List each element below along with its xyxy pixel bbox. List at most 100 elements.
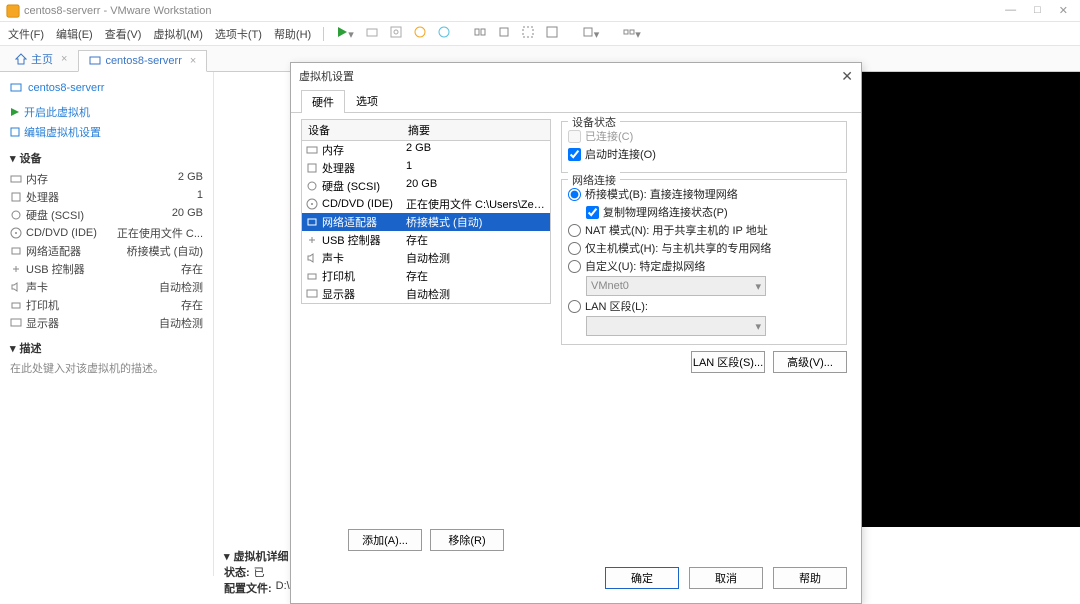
hostonly-radio[interactable]: 仅主机模式(H): 与主机共享的专用网络 [568, 240, 840, 256]
menu-file[interactable]: 文件(F) [8, 26, 44, 42]
toolbar-fullscreen-icon[interactable] [522, 26, 534, 41]
toolbar-tile-icon[interactable] [474, 26, 486, 41]
lan-segment-radio[interactable]: LAN 区段(L): [568, 298, 840, 314]
toolbar-screenshot-icon[interactable] [390, 26, 402, 41]
device-list[interactable]: 设备 摘要 内存2 GB处理器1硬盘 (SCSI)20 GBCD/DVD (ID… [301, 119, 551, 304]
device-icon [10, 299, 22, 311]
device-icon [10, 245, 22, 257]
lan-combo: ▾ [586, 316, 766, 336]
toolbar-single-icon[interactable] [498, 26, 510, 41]
power-on-action[interactable]: 开启此虚拟机 [10, 102, 203, 122]
close-button[interactable]: ✕ [1059, 4, 1068, 17]
device-row[interactable]: USB 控制器 存在 [302, 231, 550, 249]
sidebar-hw-row[interactable]: 打印机存在 [10, 296, 203, 314]
device-value: 自动检测 [159, 279, 203, 295]
menu-view[interactable]: 查看(V) [105, 26, 142, 42]
toolbar-thumbnail-icon[interactable]: ▾ [623, 26, 641, 41]
device-name: 处理器 [322, 160, 355, 176]
toolbar-manage-icon[interactable] [438, 26, 450, 41]
sidebar-hw-row[interactable]: 显示器 自动检测 [10, 314, 203, 332]
devices-section-title: ▾设备 [10, 150, 203, 166]
sidebar-hw-row[interactable]: 硬盘 (SCSI)20 GB [10, 206, 203, 224]
device-summary: 存在 [402, 231, 550, 249]
sidebar-hw-row[interactable]: 内存2 GB [10, 170, 203, 188]
sidebar-hw-row[interactable]: 网络适配器桥接模式 (自动) [10, 242, 203, 260]
maximize-button[interactable]: □ [1034, 4, 1041, 17]
desc-hint[interactable]: 在此处键入对该虚拟机的描述。 [10, 360, 203, 376]
help-button[interactable]: 帮助 [773, 567, 847, 589]
tab-vm[interactable]: centos8-serverr × [78, 50, 207, 72]
device-icon [10, 281, 22, 293]
device-summary: 正在使用文件 C:\Users\Zeyang\... [402, 195, 550, 213]
replicate-checkbox[interactable]: 复制物理网络连接状态(P) [586, 204, 840, 220]
menu-help[interactable]: 帮助(H) [274, 26, 311, 42]
nat-radio[interactable]: NAT 模式(N): 用于共享主机的 IP 地址 [568, 222, 840, 238]
remove-device-button[interactable]: 移除(R) [430, 529, 504, 551]
device-name: 显示器 [26, 315, 59, 331]
minimize-button[interactable]: — [1005, 4, 1016, 17]
settings-icon [10, 127, 20, 137]
tab-home[interactable]: 主页 × [4, 46, 78, 71]
lan-segments-button[interactable]: LAN 区段(S)... [691, 351, 765, 373]
play-button[interactable]: ▾ [336, 26, 354, 41]
device-name: USB 控制器 [322, 232, 381, 248]
cancel-button[interactable]: 取消 [689, 567, 763, 589]
device-value: 自动检测 [159, 315, 203, 331]
device-value: 正在使用文件 C... [117, 225, 203, 241]
menu-edit[interactable]: 编辑(E) [56, 26, 93, 42]
dialog-close-button[interactable]: ✕ [841, 68, 853, 85]
device-icon [306, 198, 318, 210]
device-icon [306, 144, 318, 156]
device-summary: 自动检测 [402, 285, 550, 303]
dialog-tab-options[interactable]: 选项 [345, 89, 389, 112]
device-row[interactable]: CD/DVD (IDE) 正在使用文件 C:\Users\Zeyang\... [302, 195, 550, 213]
bridged-radio[interactable]: 桥接模式(B): 直接连接物理网络 [568, 186, 840, 202]
connect-poweron-checkbox[interactable]: 启动时连接(O) [568, 146, 840, 162]
toolbar-unity-icon[interactable] [546, 26, 558, 41]
device-row[interactable]: 硬盘 (SCSI)20 GB [302, 177, 550, 195]
edit-settings-action[interactable]: 编辑虚拟机设置 [10, 122, 203, 142]
ok-button[interactable]: 确定 [605, 567, 679, 589]
device-summary: 1 [402, 159, 550, 177]
device-icon [10, 209, 22, 221]
sidebar-hw-row[interactable]: 处理器1 [10, 188, 203, 206]
custom-radio[interactable]: 自定义(U): 特定虚拟网络 [568, 258, 840, 274]
device-row[interactable]: 内存2 GB [302, 141, 550, 159]
device-icon [10, 317, 22, 329]
toolbar-snapshot-icon[interactable] [366, 26, 378, 41]
device-row[interactable]: 显示器自动检测 [302, 285, 550, 303]
device-name: 内存 [322, 142, 344, 158]
dialog-title: 虚拟机设置 [299, 68, 354, 84]
network-legend: 网络连接 [568, 172, 620, 188]
device-row[interactable]: 声卡自动检测 [302, 249, 550, 267]
toolbar-library-icon[interactable]: ▾ [582, 26, 600, 41]
dialog-tabs: 硬件 选项 [291, 89, 861, 113]
device-summary: 自动检测 [402, 249, 550, 267]
device-name: CD/DVD (IDE) [322, 198, 393, 210]
advanced-button[interactable]: 高级(V)... [773, 351, 847, 373]
sidebar-hw-row[interactable]: USB 控制器 存在 [10, 260, 203, 278]
add-device-button[interactable]: 添加(A)... [348, 529, 422, 551]
device-value: 存在 [181, 297, 203, 313]
device-name: USB 控制器 [26, 261, 85, 277]
toolbar-clock-icon[interactable] [414, 26, 426, 41]
menu-vm[interactable]: 虚拟机(M) [153, 26, 203, 42]
device-row[interactable]: 打印机存在 [302, 267, 550, 285]
tab-home-label: 主页 [31, 51, 53, 67]
device-status-group: 设备状态 已连接(C) 启动时连接(O) [561, 121, 847, 173]
device-value: 存在 [181, 261, 203, 277]
tab-vm-close[interactable]: × [190, 55, 196, 67]
device-row[interactable]: 处理器 1 [302, 159, 550, 177]
sidebar-hw-row[interactable]: CD/DVD (IDE)正在使用文件 C... [10, 224, 203, 242]
sidebar-hw-row[interactable]: 声卡自动检测 [10, 278, 203, 296]
window-title: centos8-serverr - VMware Workstation [24, 5, 211, 17]
device-icon [306, 270, 318, 282]
device-name: 处理器 [26, 189, 59, 205]
menu-tabs[interactable]: 选项卡(T) [215, 26, 262, 42]
device-value: 桥接模式 (自动) [127, 243, 203, 259]
vmware-icon [6, 4, 20, 18]
device-row[interactable]: 网络适配器桥接模式 (自动) [302, 213, 550, 231]
dialog-tab-hardware[interactable]: 硬件 [301, 90, 345, 113]
tab-home-close[interactable]: × [61, 53, 67, 65]
device-name: 打印机 [322, 268, 355, 284]
